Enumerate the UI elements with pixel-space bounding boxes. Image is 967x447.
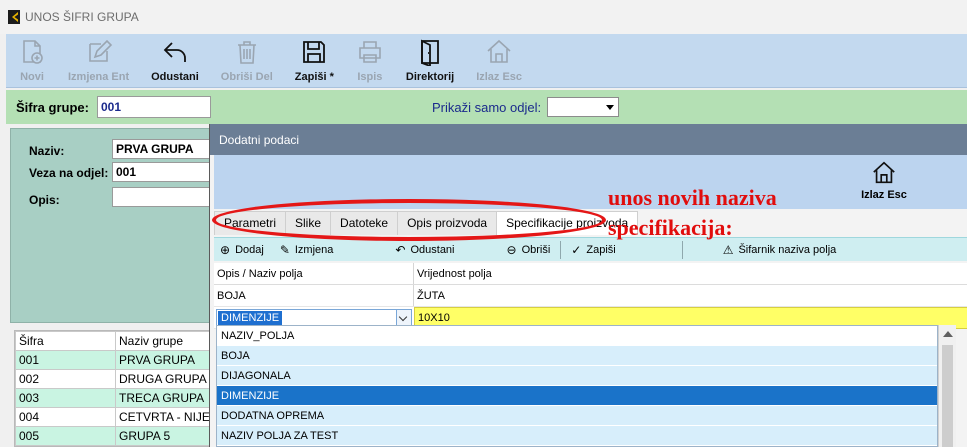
window-title: UNOS ŠIFRI GRUPA <box>25 10 139 24</box>
list-item[interactable]: NAZIV POLJA ZA TEST <box>217 426 937 446</box>
table-row[interactable]: 002 DRUGA GRUPA <box>15 369 213 389</box>
veza-input[interactable]: 001 <box>112 162 222 182</box>
table-row[interactable]: 001 PRVA GRUPA <box>15 350 213 370</box>
group-form-panel: Naziv: PRVA GRUPA Veza na odjel: 001 Opi… <box>10 128 222 323</box>
table-row[interactable]: BOJA ŽUTA <box>214 285 967 307</box>
department-filter-select[interactable] <box>547 97 619 117</box>
toolbar-separator <box>681 240 683 259</box>
table-row[interactable]: 005 GRUPA 5 <box>15 426 213 446</box>
dialog-tabs: Parametri Slike Datoteke Opis proizvoda … <box>214 211 639 235</box>
column-header-value: Vrijednost polja <box>417 268 492 280</box>
tab-parametri[interactable]: Parametri <box>214 211 287 235</box>
main-toolbar: Novi Izmjena Ent Odustani Obriši Del Zap… <box>6 34 967 88</box>
opis-input[interactable] <box>112 187 222 207</box>
groups-grid: Šifra Naziv grupe 001 PRVA GRUPA 002 DRUGA… <box>14 330 214 447</box>
department-filter-label: Prikaži samo odjel: <box>432 100 542 115</box>
edit-button[interactable]: ✎ Izmjena <box>274 243 340 257</box>
naziv-label: Naziv: <box>29 144 65 158</box>
tab-datoteke[interactable]: Datoteke <box>330 211 399 235</box>
naziv-input[interactable]: PRVA GRUPA <box>112 139 222 159</box>
dropdown-scrollbar[interactable] <box>938 325 956 447</box>
chevron-down-icon[interactable] <box>396 310 411 326</box>
spec-actions-bar: ⊕ Dodaj ✎ Izmjena ↶ Odustani ⊖ Obriši ✓ … <box>214 237 967 261</box>
column-header-naziv[interactable]: Naziv grupe <box>115 331 213 351</box>
delete-button[interactable]: ⊖ Obriši <box>501 243 557 257</box>
column-header-field: Opis / Naziv polja <box>217 268 303 280</box>
group-code-input[interactable] <box>96 96 211 118</box>
warning-triangle-icon: ⚠ <box>722 242 734 257</box>
dialog-title: Dodatni podaci <box>210 124 967 155</box>
check-circle-icon: ✓ <box>571 242 582 257</box>
scroll-up-icon[interactable] <box>943 331 953 337</box>
save-button[interactable]: Zapiši * <box>295 34 334 83</box>
group-code-row: Šifra grupe: Prikaži samo odjel: <box>6 90 967 124</box>
tab-slike[interactable]: Slike <box>285 211 332 235</box>
edit-pencil-icon <box>88 39 112 62</box>
new-button[interactable]: Novi <box>18 34 46 83</box>
group-code-label: Šifra grupe: <box>16 99 89 115</box>
directory-button[interactable]: Direktorij <box>406 34 454 83</box>
trash-icon <box>237 41 256 64</box>
table-header-row: Šifra Naziv grupe <box>15 331 213 351</box>
field-name-dropdown-list: NAZIV_POLJA BOJA DIJAGONALA DIMENZIJE DO… <box>216 325 938 447</box>
list-item[interactable]: BOJA <box>217 346 937 366</box>
chevron-down-icon <box>606 105 614 110</box>
window-titlebar: UNOS ŠIFRI GRUPA <box>0 0 967 34</box>
field-names-catalog-button[interactable]: ⚠ Šifarnik naziva polja <box>717 243 843 257</box>
spec-table-header: Opis / Naziv polja Vrijednost polja <box>214 263 967 285</box>
exit-button[interactable]: Izlaz Esc <box>476 34 522 83</box>
minus-circle-icon: ⊖ <box>506 242 517 257</box>
dialog-toolbar: Izlaz Esc <box>214 155 967 209</box>
delete-button[interactable]: Obriši Del <box>221 34 273 83</box>
dialog-exit-button[interactable]: Izlaz Esc <box>854 160 914 201</box>
app-logo-icon <box>8 10 20 24</box>
undo-icon: ↶ <box>395 242 406 257</box>
printer-icon <box>359 41 381 63</box>
edit-icon: ✎ <box>279 242 290 257</box>
tab-opis-proizvoda[interactable]: Opis proizvoda <box>397 211 498 235</box>
column-header-sifra[interactable]: Šifra <box>15 331 116 351</box>
table-row[interactable]: 003 TRECA GRUPA <box>15 388 213 408</box>
list-item[interactable]: DODATNA OPREMA <box>217 406 937 426</box>
list-item-selected[interactable]: DIMENZIJE <box>217 386 937 406</box>
new-document-icon <box>23 40 43 64</box>
cancel-button[interactable]: ↶ Odustani <box>389 243 460 257</box>
table-row[interactable]: 004 CETVRTA - NIJE <box>15 407 213 427</box>
veza-label: Veza na odjel: <box>29 166 109 180</box>
print-button[interactable]: Ispis <box>356 34 384 83</box>
toolbar-separator <box>560 240 562 259</box>
annotation-text: unos novih naziva specifikacija: <box>608 185 777 240</box>
save-floppy-icon <box>303 41 326 63</box>
list-item[interactable]: DIJAGONALA <box>217 366 937 386</box>
home-icon <box>873 161 895 184</box>
additional-data-dialog: Dodatni podaci Izlaz Esc Parametri Slike… <box>209 124 967 447</box>
edit-button[interactable]: Izmjena Ent <box>68 34 129 83</box>
scrollbar-thumb[interactable] <box>942 345 953 447</box>
field-name-selected: DIMENZIJE <box>218 311 283 325</box>
opis-label: Opis: <box>29 193 60 207</box>
add-button[interactable]: ⊕ Dodaj <box>214 243 270 257</box>
save-button[interactable]: ✓ Zapiši <box>565 243 621 257</box>
cancel-button[interactable]: Odustani <box>151 34 199 83</box>
undo-arrow-icon <box>163 42 186 62</box>
directory-icon <box>421 39 439 66</box>
list-item[interactable]: NAZIV_POLJA <box>217 326 937 346</box>
plus-circle-icon: ⊕ <box>220 242 231 257</box>
home-icon <box>487 39 511 63</box>
